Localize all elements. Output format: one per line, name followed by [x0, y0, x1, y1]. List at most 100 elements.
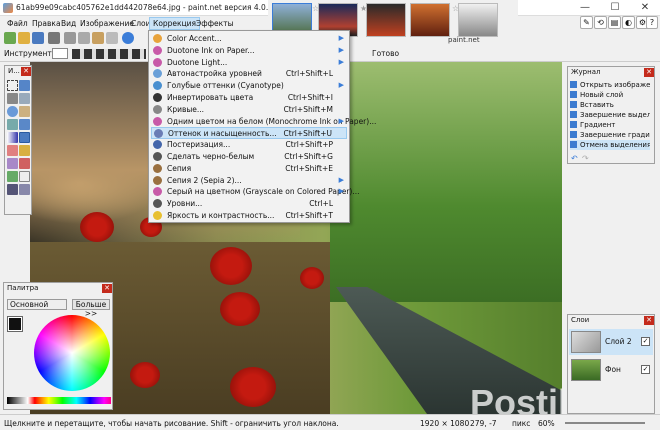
history-toggle-icon[interactable]: ⟲ — [594, 16, 607, 29]
image-tab[interactable] — [458, 3, 498, 37]
menu-file[interactable]: Файл — [4, 17, 31, 30]
layer-thumbnail — [571, 331, 601, 353]
print-icon[interactable] — [48, 32, 60, 44]
menu-item-15[interactable]: Яркость и контрастность... Ctrl+Shift+T — [151, 210, 347, 222]
menu-effects[interactable]: Эффекты — [193, 17, 237, 30]
menu-item-11[interactable]: Сепия Ctrl+Shift+E — [151, 163, 347, 175]
zoom-level[interactable]: 60% — [538, 419, 555, 428]
move-icon[interactable] — [19, 80, 30, 91]
submenu-arrow-icon: ▶ — [338, 45, 344, 54]
zoom-slider[interactable] — [565, 422, 645, 424]
menu-item-13[interactable]: Серый на цветном (Grayscale on Colored P… — [151, 186, 360, 198]
tools-toggle-icon[interactable]: ✎ — [580, 16, 593, 29]
adjustment-icon — [153, 152, 162, 161]
close-button[interactable]: ✕ — [630, 0, 660, 16]
history-step-icon — [570, 101, 577, 108]
close-icon[interactable]: ✕ — [102, 284, 112, 293]
help-icon[interactable]: ? — [646, 16, 658, 29]
eraser-icon[interactable] — [7, 145, 18, 156]
more-button[interactable]: Больше >> — [72, 299, 110, 318]
image-tab[interactable] — [410, 3, 450, 37]
status-hint: Щелкните и перетащите, чтобы начать рисо… — [4, 419, 339, 428]
adjustment-icon — [153, 199, 162, 209]
new-icon[interactable] — [4, 32, 16, 44]
copy-icon[interactable] — [78, 32, 90, 44]
menu-item-4[interactable]: Голубые оттенки (Cyanotype) ▶ — [151, 80, 347, 92]
crop-icon[interactable] — [106, 32, 118, 44]
pan-icon[interactable] — [19, 106, 30, 117]
picker-icon[interactable] — [7, 171, 18, 182]
history-item[interactable]: Завершение градиента — [570, 130, 650, 140]
undo-history-icon[interactable]: ↶ — [571, 154, 578, 163]
cut-icon[interactable] — [64, 32, 76, 44]
units-select[interactable]: пикс — [512, 419, 530, 428]
menu-item-10[interactable]: Сделать черно-белым Ctrl+Shift+G — [151, 151, 347, 163]
layer-visibility-checkbox[interactable]: ✓ — [641, 337, 650, 346]
menu-item-1[interactable]: Duotone Ink on Paper... ▶ — [151, 45, 347, 57]
adjustment-icon — [153, 140, 162, 150]
layers-toggle-icon[interactable]: ▤ — [608, 16, 621, 29]
history-item[interactable]: Завершение выделения — [570, 110, 650, 120]
line-icon[interactable] — [7, 184, 18, 195]
menu-item-6[interactable]: Кривые... Ctrl+Shift+M — [151, 104, 347, 116]
history-item[interactable]: Новый слой — [570, 90, 650, 100]
close-icon[interactable]: ✕ — [644, 68, 654, 77]
pencil-icon[interactable] — [19, 145, 30, 156]
layer-row[interactable]: Слой 2 ✓ — [569, 329, 653, 355]
menu-item-0[interactable]: Color Accent... ▶ — [151, 33, 347, 45]
mode-buttons[interactable] — [72, 49, 146, 59]
paste-icon[interactable] — [92, 32, 104, 44]
history-item[interactable]: Вставить — [570, 100, 650, 110]
history-item[interactable]: Градиент — [570, 120, 650, 130]
adjustment-icon — [153, 57, 162, 67]
menu-item-14[interactable]: Уровни... Ctrl+L — [151, 198, 347, 210]
menu-item-label: Постеризация... — [167, 140, 231, 150]
zoom-icon[interactable] — [7, 106, 18, 117]
magic-wand-icon[interactable] — [7, 119, 18, 130]
close-icon[interactable]: ✕ — [21, 67, 31, 76]
shape-icon[interactable] — [19, 184, 30, 195]
minimize-button[interactable]: — — [570, 0, 600, 16]
tools-panel: И... ✕ — [4, 65, 32, 215]
redo-history-icon[interactable]: ↷ — [582, 154, 589, 163]
select-rect-icon[interactable] — [7, 80, 18, 91]
menu-item-8[interactable]: Оттенок и насыщенность... Ctrl+Shift+U — [151, 127, 347, 140]
lasso-icon[interactable] — [7, 93, 18, 104]
gradient-icon[interactable] — [7, 132, 18, 143]
palette-panel: Палитра ✕ Основной Больше >> — [3, 282, 113, 410]
primary-color-swatch[interactable] — [7, 316, 23, 332]
move-selection-icon[interactable] — [19, 93, 30, 104]
menu-item-2[interactable]: Duotone Light... ▶ — [151, 57, 347, 69]
open-icon[interactable] — [18, 32, 30, 44]
color-mode-select[interactable]: Основной — [7, 299, 67, 310]
menu-item-3[interactable]: Автонастройка уровней Ctrl+Shift+L — [151, 68, 347, 80]
clone-icon[interactable] — [7, 158, 18, 169]
submenu-arrow-icon: ▶ — [338, 175, 344, 184]
undo-icon[interactable] — [122, 32, 134, 44]
menu-item-7[interactable]: Одним цветом на белом (Monochrome Ink on… — [151, 116, 376, 128]
trees-region — [330, 62, 562, 302]
text-icon[interactable] — [19, 171, 30, 182]
adjustment-icon — [153, 175, 162, 185]
close-icon[interactable]: ✕ — [644, 316, 654, 325]
history-item[interactable]: Открыть изображение — [570, 80, 650, 90]
history-item[interactable]: Отмена выделения — [570, 140, 650, 150]
maximize-button[interactable]: ☐ — [600, 0, 630, 16]
bucket-icon[interactable] — [19, 119, 30, 130]
image-tab[interactable] — [366, 3, 406, 37]
palette-toggle-icon[interactable]: ◐ — [622, 16, 635, 29]
tool-select[interactable] — [52, 48, 68, 59]
menu-item-5[interactable]: Инвертировать цвета Ctrl+Shift+I — [151, 92, 347, 104]
swatch-row[interactable] — [7, 397, 111, 404]
brush-icon[interactable] — [19, 132, 30, 143]
menu-item-9[interactable]: Постеризация... Ctrl+Shift+P — [151, 139, 347, 151]
tab-overlay-text: paint.net — [448, 36, 480, 44]
layer-row[interactable]: Фон ✓ — [569, 357, 653, 383]
color-wheel[interactable] — [34, 315, 110, 391]
layer-name: Фон — [605, 365, 621, 374]
recolor-icon[interactable] — [19, 158, 30, 169]
save-icon[interactable] — [32, 32, 44, 44]
menu-item-12[interactable]: Сепия 2 (Sepia 2)... ▶ — [151, 175, 347, 187]
submenu-arrow-icon: ▶ — [338, 57, 344, 66]
layer-visibility-checkbox[interactable]: ✓ — [641, 365, 650, 374]
